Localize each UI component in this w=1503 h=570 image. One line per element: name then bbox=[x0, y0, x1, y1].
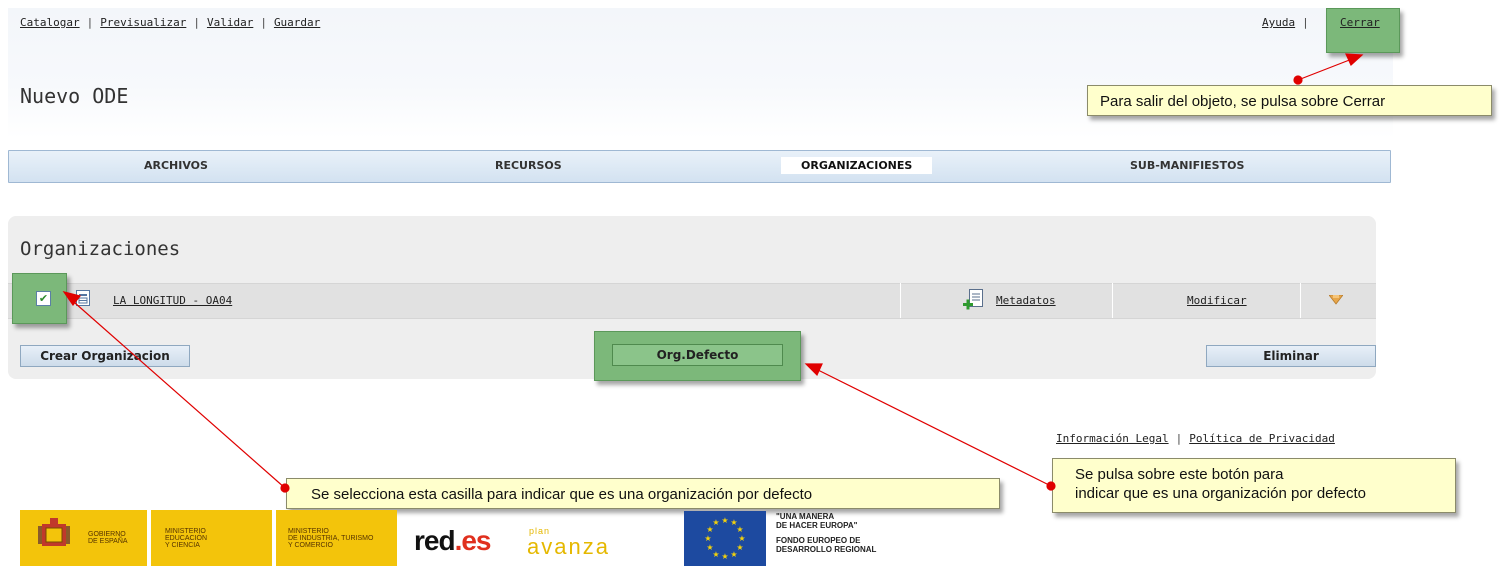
ministerio-industria-line-3: Y COMERCIO bbox=[288, 542, 333, 549]
delete-button[interactable]: Eliminar bbox=[1206, 345, 1376, 367]
checkbox-callout: Se selecciona esta casilla para indicar … bbox=[286, 478, 1000, 509]
column-divider bbox=[1300, 283, 1301, 318]
nav-separator: | bbox=[193, 16, 200, 29]
default-callout-line-2: indicar que es una organización por defe… bbox=[1075, 485, 1367, 502]
red-es-suffix: .es bbox=[454, 525, 492, 556]
plan-avanza-logo: avanza bbox=[527, 534, 610, 559]
footer-separator: | bbox=[1175, 432, 1183, 445]
nav-validar-link[interactable]: Validar bbox=[207, 16, 253, 29]
tab-bar: ARCHIVOS RECURSOS ORGANIZACIONES SUB-MAN… bbox=[8, 150, 1391, 183]
page-title: Nuevo ODE bbox=[20, 84, 129, 108]
svg-text:★: ★ bbox=[704, 534, 711, 543]
privacy-policy-link[interactable]: Política de Privacidad bbox=[1189, 432, 1335, 445]
red-es-main: red bbox=[414, 525, 456, 556]
organization-name-link[interactable]: LA LONGITUD - OA04 bbox=[113, 294, 232, 307]
eu-text-line-1: "UNA MANERA bbox=[776, 512, 835, 521]
default-annotation-arrow-line bbox=[817, 369, 1052, 487]
ministerio-educacion-line-2: EDUCACIÓN bbox=[165, 535, 208, 542]
column-divider bbox=[900, 283, 901, 318]
ministerio-educacion-line-3: Y CIENCIA bbox=[165, 542, 200, 549]
create-organization-button[interactable]: Crear Organizacion bbox=[20, 345, 190, 367]
column-divider bbox=[1112, 283, 1113, 318]
gobierno-logo-line-2: DE ESPAÑA bbox=[88, 538, 128, 545]
default-org-checkbox[interactable]: ✔ bbox=[36, 291, 51, 306]
default-organization-button[interactable]: Org.Defecto bbox=[612, 344, 783, 366]
svg-text:★: ★ bbox=[721, 552, 728, 561]
close-callout: Para salir del objeto, se pulsa sobre Ce… bbox=[1087, 85, 1492, 116]
eu-text-line-4: DESARROLLO REGIONAL bbox=[776, 545, 877, 554]
legal-info-link[interactable]: Información Legal bbox=[1056, 432, 1169, 445]
tab-archivos[interactable]: ARCHIVOS bbox=[144, 159, 208, 172]
svg-text:★: ★ bbox=[721, 516, 728, 525]
tab-recursos[interactable]: RECURSOS bbox=[495, 159, 562, 172]
help-link[interactable]: Ayuda bbox=[1262, 16, 1295, 29]
organizations-heading: Organizaciones bbox=[20, 238, 181, 260]
top-nav: Catalogar | Previsualizar | Validar | Guardar bbox=[20, 16, 320, 29]
eu-flag-icon: ★ ★ ★ ★ ★ ★ ★ ★ ★ ★ ★ ★ bbox=[684, 511, 766, 566]
ministerio-industria-logo: MINISTERIO DE INDUSTRIA, TURISMO Y COMER… bbox=[276, 510, 397, 566]
metadata-link[interactable]: Metadatos bbox=[996, 294, 1056, 307]
tab-sub-manifiestos[interactable]: SUB-MANIFIESTOS bbox=[1130, 159, 1244, 172]
svg-text:★: ★ bbox=[738, 534, 745, 543]
nav-separator: | bbox=[86, 16, 94, 29]
svg-text:★: ★ bbox=[706, 543, 713, 552]
close-link[interactable]: Cerrar bbox=[1340, 16, 1380, 29]
modify-link[interactable]: Modificar bbox=[1187, 294, 1247, 307]
top-right-nav: Ayuda | bbox=[1262, 16, 1316, 29]
svg-text:★: ★ bbox=[730, 550, 737, 559]
eu-stars-icon: ★ ★★ ★★★ ★★★ ★★★ bbox=[704, 516, 745, 561]
coat-of-arms-icon bbox=[38, 518, 70, 546]
move-down-arrow-icon[interactable] bbox=[1329, 295, 1343, 305]
tab-organizaciones[interactable]: ORGANIZACIONES bbox=[781, 157, 933, 174]
nav-separator: | bbox=[1302, 16, 1309, 29]
ministerio-industria-line-1: MINISTERIO bbox=[288, 528, 329, 535]
organization-document-icon bbox=[76, 290, 90, 306]
ministerio-educacion-line-1: MINISTERIO bbox=[165, 528, 206, 535]
red-es-logo: red.es bbox=[414, 525, 492, 557]
svg-text:★: ★ bbox=[736, 525, 743, 534]
gobierno-logo-line-1: GOBIERNO bbox=[88, 531, 126, 538]
nav-guardar-link[interactable]: Guardar bbox=[274, 16, 320, 29]
eu-text-line-3: FONDO EUROPEO DE bbox=[776, 536, 861, 545]
nav-separator: | bbox=[260, 16, 267, 29]
nav-previsualizar-link[interactable]: Previsualizar bbox=[100, 16, 186, 29]
ministerio-educacion-logo: MINISTERIO EDUCACIÓN Y CIENCIA bbox=[151, 510, 272, 566]
gobierno-logo: GOBIERNO DE ESPAÑA bbox=[20, 510, 147, 566]
footer-links: Información Legal | Política de Privacidad bbox=[1056, 432, 1335, 445]
close-highlight-box bbox=[1326, 8, 1400, 53]
eu-text-line-2: DE HACER EUROPA" bbox=[776, 521, 858, 530]
nav-catalogar-link[interactable]: Catalogar bbox=[20, 16, 80, 29]
default-button-callout: Se pulsa sobre este botón para indicar q… bbox=[1052, 458, 1456, 513]
eu-fund-text: "UNA MANERA DE HACER EUROPA" FONDO EUROP… bbox=[776, 512, 876, 554]
default-callout-line-1: Se pulsa sobre este botón para bbox=[1075, 466, 1284, 483]
ministerio-industria-line-2: DE INDUSTRIA, TURISMO bbox=[288, 535, 374, 542]
add-metadata-icon[interactable] bbox=[963, 288, 985, 310]
svg-text:★: ★ bbox=[712, 518, 719, 527]
